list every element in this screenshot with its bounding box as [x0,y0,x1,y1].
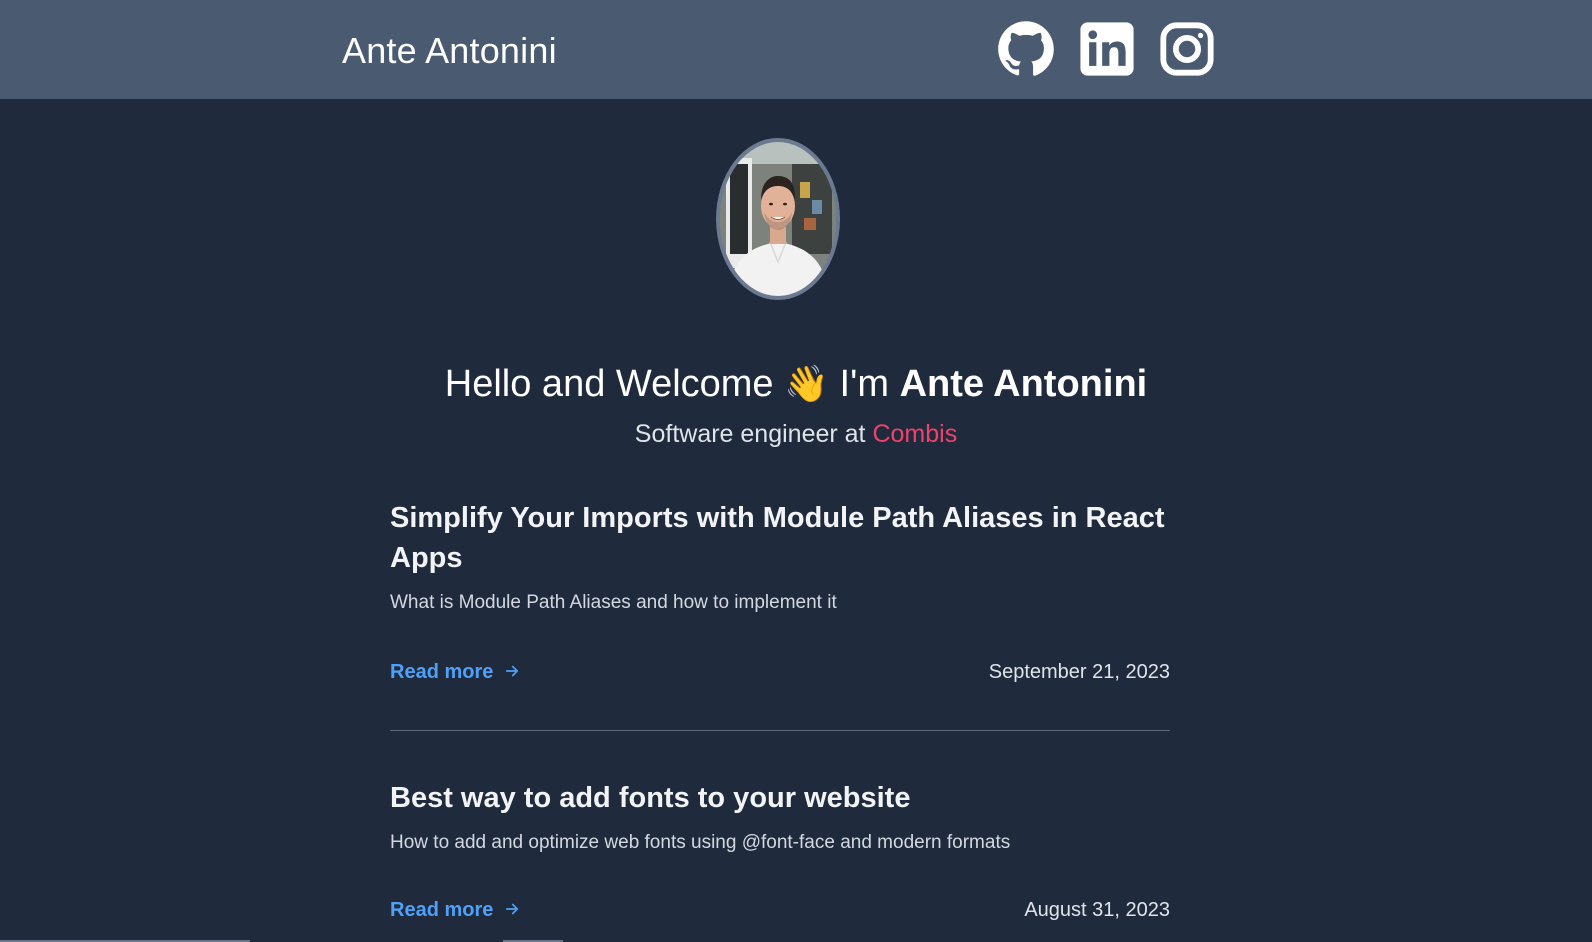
post-date: August 31, 2023 [1024,899,1170,921]
post-title[interactable]: Simplify Your Imports with Module Path A… [390,498,1170,578]
linkedin-link[interactable] [1078,20,1136,78]
post-description: What is Module Path Aliases and how to i… [390,592,837,613]
post-card: Simplify Your Imports with Module Path A… [390,498,1170,688]
subtitle-role: Software engineer at [634,420,866,448]
avatar [716,138,840,300]
post-divider [390,730,1170,731]
waving-hand-icon: 👋 [784,363,829,404]
github-icon [997,20,1055,78]
hero-greeting: Hello and Welcome 👋 I'm Ante Antonini [0,358,1592,410]
instagram-icon [1158,20,1216,78]
linkedin-icon [1078,20,1136,78]
read-more-link[interactable]: Read more [390,658,521,688]
top-navbar: Ante Antonini [0,0,1592,99]
hero-subtitle: Software engineer at Combis [0,418,1592,450]
post-title[interactable]: Best way to add fonts to your website [390,778,1170,818]
post-description: How to add and optimize web fonts using … [390,832,1011,853]
company-link[interactable]: Combis [872,420,957,448]
post-card: Best way to add fonts to your website Ho… [390,778,1170,926]
hero-name: Ante Antonini [899,363,1148,405]
site-title[interactable]: Ante Antonini [342,27,557,75]
post-footer: Read more September 21, 2023 [390,658,1170,688]
github-link[interactable] [997,20,1055,78]
read-more-link[interactable]: Read more [390,896,521,926]
read-more-label: Read more [390,661,494,683]
instagram-link[interactable] [1158,20,1216,78]
post-footer: Read more August 31, 2023 [390,896,1170,926]
arrow-right-icon [503,898,521,926]
arrow-right-icon [503,660,521,688]
greeting-text: Hello and Welcome [444,363,774,405]
im-text: I'm [839,363,889,405]
read-more-label: Read more [390,899,494,921]
post-date: September 21, 2023 [988,661,1170,683]
